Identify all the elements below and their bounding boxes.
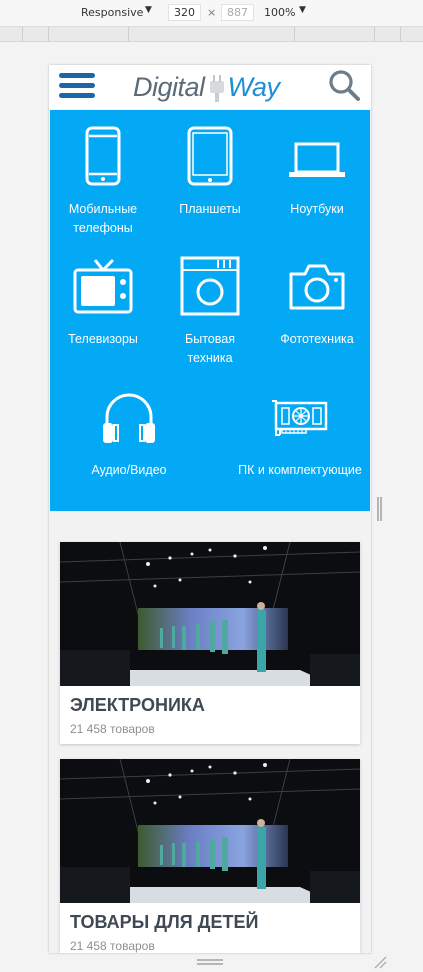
category-card-kids[interactable]: ТОВАРЫ ДЛЯ ДЕТЕЙ 21 458 товаров xyxy=(60,759,360,953)
triangle-down-icon[interactable]: ▼ xyxy=(145,5,152,15)
category-audio-video[interactable]: Аудио/Видео xyxy=(84,387,174,480)
category-panel: Мобильные телефоны Планшеты Ноутбуки Тел… xyxy=(50,110,370,511)
site-header: Digital Way xyxy=(49,65,371,109)
category-label: Телевизоры xyxy=(68,332,138,346)
category-label: Аудио/Видео xyxy=(91,463,167,477)
devtools-device-toolbar: Responsive ▼ 320 × 887 100% ▼ xyxy=(0,0,423,27)
category-label: Бытовая техника xyxy=(185,332,235,365)
category-appliances[interactable]: Бытовая техника xyxy=(165,256,255,368)
category-pc[interactable]: ПК и комплектующие xyxy=(235,387,365,480)
logo-text-digital: Digital xyxy=(133,72,205,102)
category-card-electronics[interactable]: ЭЛЕКТРОНИКА 21 458 товаров xyxy=(60,542,360,744)
card-title: ТОВАРЫ ДЛЯ ДЕТЕЙ xyxy=(70,912,259,932)
fashion-runway-photo xyxy=(60,542,360,686)
category-tv[interactable]: Телевизоры xyxy=(58,256,148,349)
category-photo[interactable]: Фототехника xyxy=(272,256,362,349)
viewport-width-input[interactable]: 320 xyxy=(168,4,201,21)
tv-icon xyxy=(73,258,133,314)
resize-corner-icon[interactable] xyxy=(373,955,387,969)
viewport-resize-handle-right[interactable] xyxy=(377,497,382,521)
tablet-icon xyxy=(187,126,233,186)
site-logo[interactable]: Digital Way xyxy=(133,69,280,105)
viewport-resize-handle-bottom[interactable] xyxy=(197,959,223,966)
mobile-phone-icon xyxy=(85,126,121,186)
headphones-icon xyxy=(103,393,155,443)
device-viewport: Digital Way Мобильные телефоны Планшеты … xyxy=(49,65,371,953)
category-label: Планшеты xyxy=(179,202,241,216)
viewport-height-input[interactable]: 887 xyxy=(221,4,254,21)
triangle-down-icon[interactable]: ▼ xyxy=(299,5,306,15)
graphics-card-icon xyxy=(272,400,328,436)
laptop-icon xyxy=(289,142,345,177)
camera-icon xyxy=(289,264,345,310)
category-tablets[interactable]: Планшеты xyxy=(165,126,255,219)
search-icon[interactable] xyxy=(326,67,362,103)
category-label: ПК и комплектующие xyxy=(238,463,362,477)
card-count: 21 458 товаров xyxy=(70,722,155,736)
device-mode-select[interactable]: Responsive xyxy=(81,6,143,19)
plug-icon xyxy=(209,74,224,102)
zoom-select[interactable]: 100% xyxy=(264,6,295,19)
dimension-separator: × xyxy=(207,6,217,19)
category-label: Мобильные телефоны xyxy=(68,202,138,235)
category-laptops[interactable]: Ноутбуки xyxy=(272,126,362,219)
media-query-ruler[interactable] xyxy=(0,27,423,42)
logo-text-way: Way xyxy=(227,72,281,102)
hamburger-icon[interactable] xyxy=(59,73,95,99)
category-mobile-phones[interactable]: Мобильные телефоны xyxy=(58,126,148,238)
card-title: ЭЛЕКТРОНИКА xyxy=(70,695,205,715)
category-label: Фототехника xyxy=(280,332,354,346)
washing-machine-icon xyxy=(180,256,240,316)
card-count: 21 458 товаров xyxy=(70,939,155,953)
category-label: Ноутбуки xyxy=(290,202,344,216)
fashion-runway-photo xyxy=(60,759,360,903)
